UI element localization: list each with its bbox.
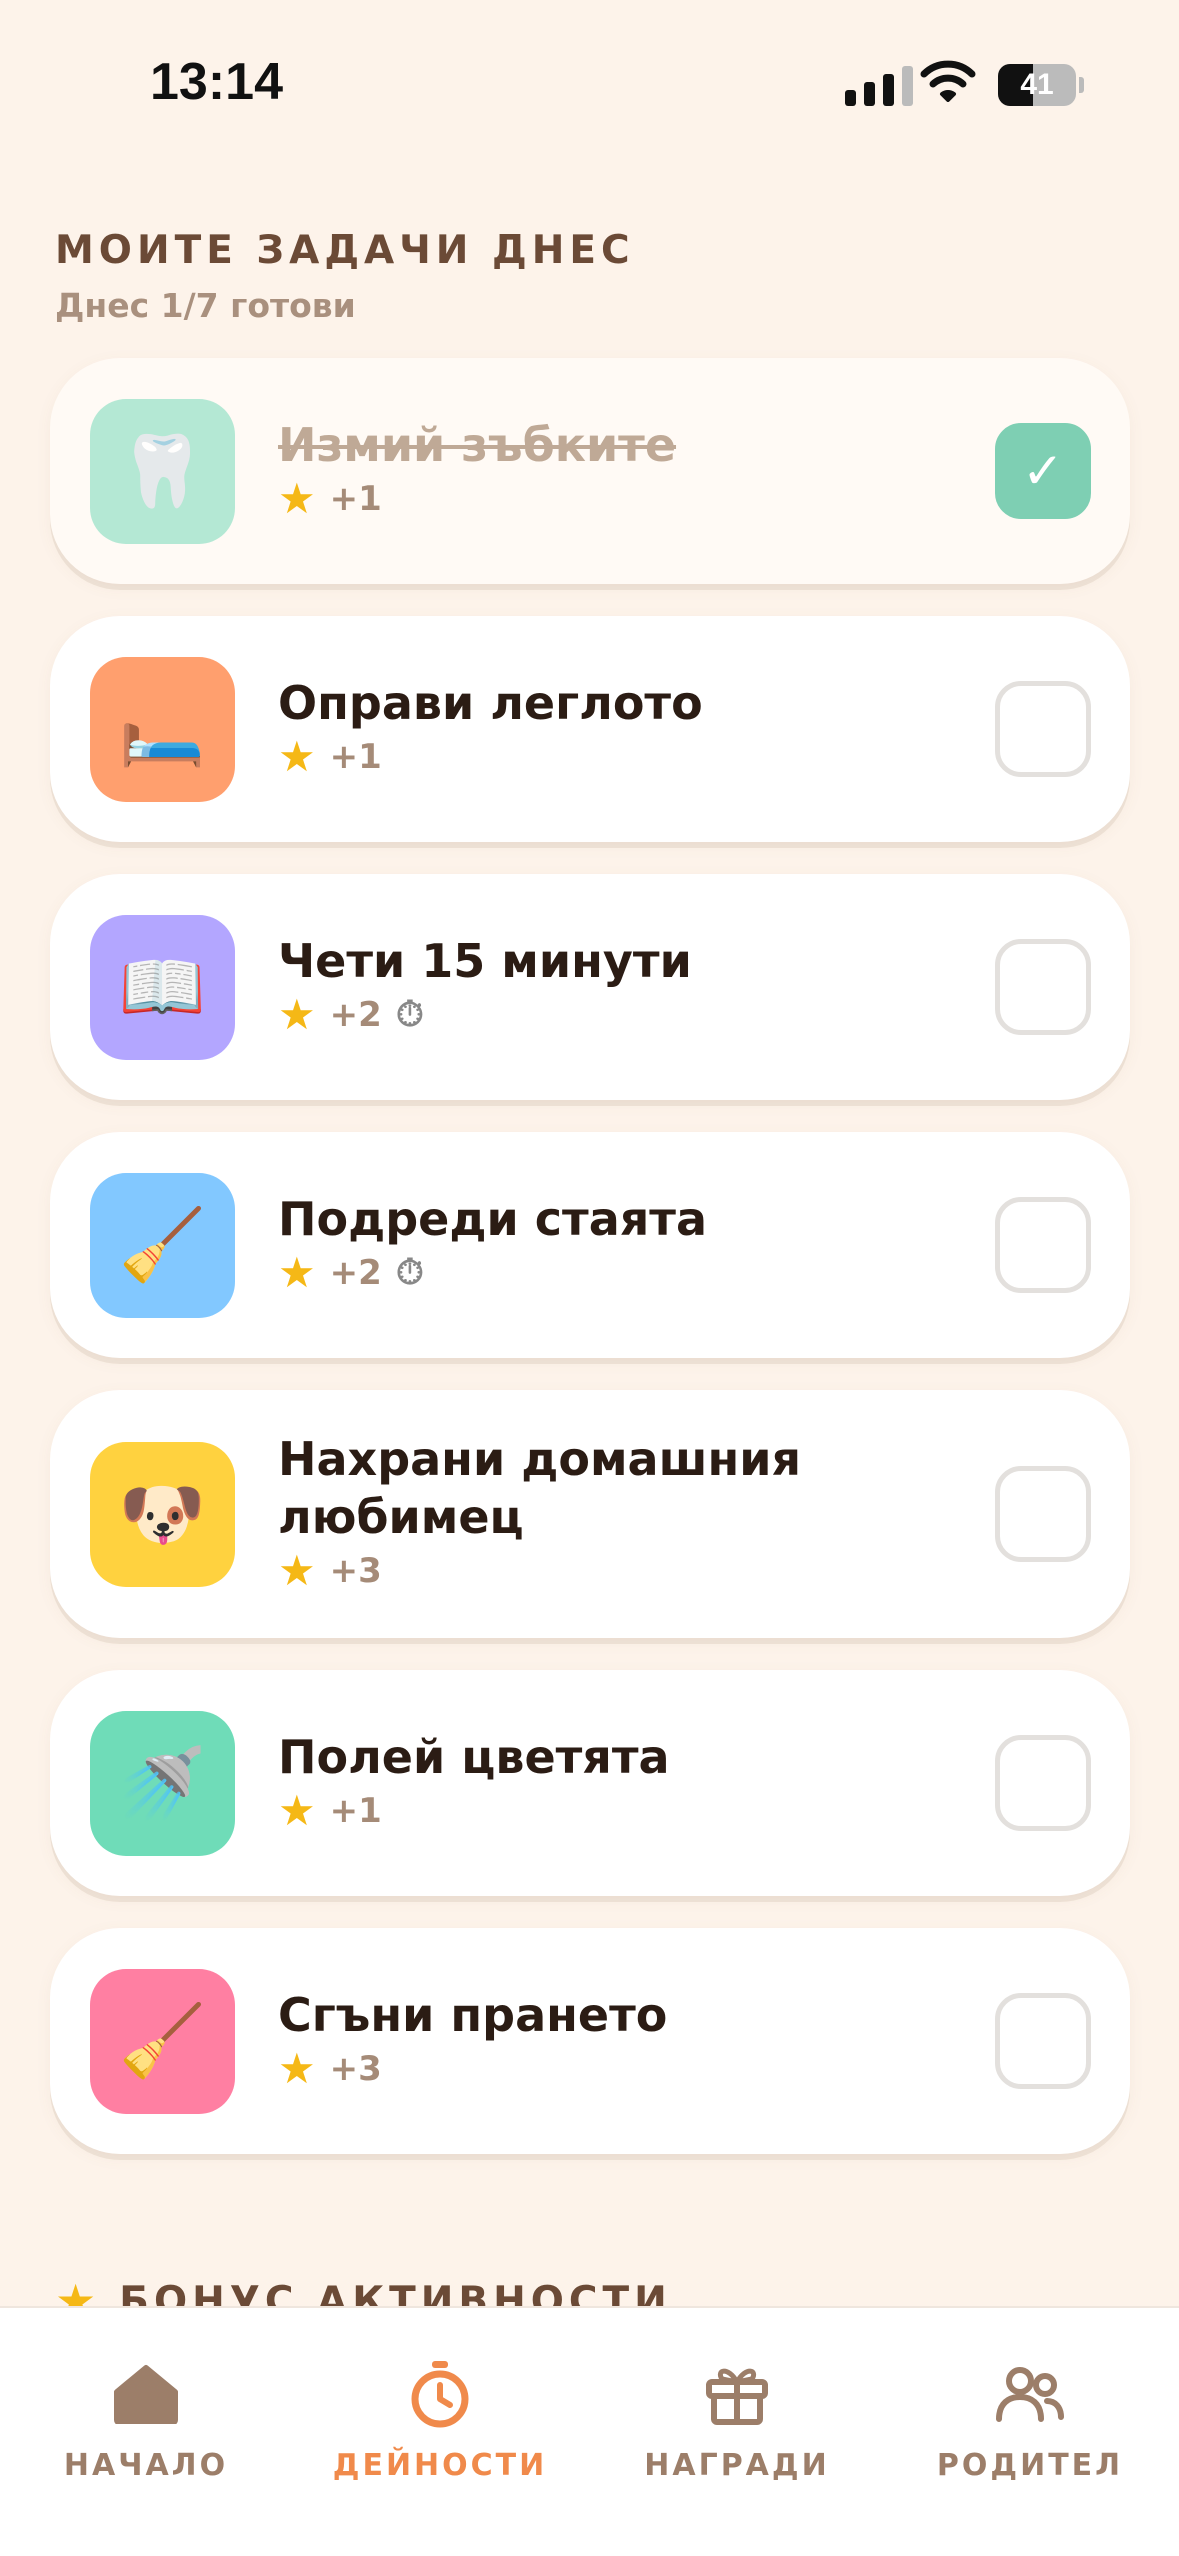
parents-icon [995,2358,1065,2430]
task-checkbox[interactable] [995,1197,1091,1293]
page-title: МОИТЕ ЗАДАЧИ ДНЕС [55,228,635,273]
battery-icon: 41 [998,64,1076,106]
star-icon: ★ [278,1786,316,1835]
task-card[interactable]: 🧹 Сгъни прането ★ +3 [50,1928,1130,2154]
task-title: Полей цветята [278,1730,670,1784]
star-icon: ★ [278,1248,316,1297]
task-reward: ★ +1 [278,478,838,520]
task-card[interactable]: 🛏️ Оправи леглото ★ +1 [50,616,1130,842]
task-checkbox[interactable] [995,1993,1091,2089]
tab-rewards[interactable]: НАГРАДИ [607,2358,867,2483]
status-bar: 13:14 41 [0,0,1179,160]
checkmark-icon: ✓ [1022,442,1064,500]
task-reward: ★ +1 [278,1790,838,1832]
task-checkbox[interactable]: ✓ [995,423,1091,519]
task-card[interactable]: 🧹 Подреди стаята ★ +2 ⏱ [50,1132,1130,1358]
dog-icon: 🐶 [90,1441,235,1587]
task-text: Подреди стаята ★ +2 ⏱ [278,1190,838,1294]
broom-icon: 🧹 [90,1968,235,2114]
star-icon: ★ [278,2044,316,2093]
task-checkbox[interactable] [995,1735,1091,1831]
task-card[interactable]: 🐶 Нахрани домашния любимец ★ +3 [50,1390,1130,1638]
star-icon: ★ [278,1546,316,1595]
home-icon [113,2358,179,2430]
book-icon: 📖 [90,914,235,1060]
bed-icon: 🛏️ [90,656,235,802]
task-text: Чети 15 минути ★ +2 ⏱ [278,932,838,1036]
status-time: 13:14 [150,53,283,111]
tab-home[interactable]: НАЧАЛО [16,2358,276,2483]
stopwatch-icon: ⏱ [395,1252,424,1293]
battery-level: 41 [1020,68,1054,101]
timer-icon [408,2358,472,2430]
task-points: +3 [329,1551,382,1591]
task-points: +2 [329,1253,382,1293]
task-card[interactable]: 🚿 Полей цветята ★ +1 [50,1670,1130,1896]
task-checkbox[interactable] [995,939,1091,1035]
task-reward: ★ +2 ⏱ [278,994,838,1036]
tab-parent-label: РОДИТЕЛ [936,2448,1124,2483]
tab-home-label: НАЧАЛО [63,2448,229,2483]
task-title: Чети 15 минути [278,934,692,988]
star-icon: ★ [278,732,316,781]
task-card[interactable]: 📖 Чети 15 минути ★ +2 ⏱ [50,874,1130,1100]
tab-parent[interactable]: РОДИТЕЛ [900,2358,1160,2483]
shower-icon: 🚿 [90,1710,235,1856]
task-reward: ★ +2 ⏱ [278,1252,838,1294]
task-title: Оправи леглото [278,676,703,730]
task-reward: ★ +3 [278,1550,838,1592]
task-title: Нахрани домашния любимец [278,1432,802,1544]
task-points: +1 [329,1791,382,1831]
tab-activities[interactable]: ДЕЙНОСТИ [310,2358,570,2483]
task-text: Оправи леглото ★ +1 [278,674,838,778]
task-title: Подреди стаята [278,1192,707,1246]
task-title: Сгъни прането [278,1988,668,2042]
tab-bar: НАЧАЛО ДЕЙНОСТИ НАГРАДИ РОДИТЕЛ [0,2306,1179,2556]
broom-icon: 🧹 [90,1172,235,1318]
task-text: Сгъни прането ★ +3 [278,1986,838,2090]
task-points: +3 [329,2049,382,2089]
stopwatch-icon: ⏱ [395,994,424,1035]
tab-rewards-label: НАГРАДИ [644,2448,830,2483]
task-points: +2 [329,995,382,1035]
task-text: Нахрани домашния любимец ★ +3 [278,1430,838,1592]
task-checkbox[interactable] [995,1466,1091,1562]
gift-icon [704,2358,770,2430]
tooth-icon: 🦷 [90,398,235,544]
task-checkbox[interactable] [995,681,1091,777]
wifi-icon [920,60,976,106]
tab-activities-label: ДЕЙНОСТИ [332,2448,548,2483]
progress-subtitle: Днес 1/7 готови [55,286,356,325]
task-reward: ★ +1 [278,736,838,778]
task-reward: ★ +3 [278,2048,838,2090]
cellular-signal-icon [845,66,913,106]
task-text: Измий зъбките ★ +1 [278,416,838,520]
task-title: Измий зъбките [278,418,677,472]
task-card[interactable]: 🦷 Измий зъбките ★ +1 ✓ [50,358,1130,584]
task-points: +1 [329,737,382,777]
task-points: +1 [329,479,382,519]
star-icon: ★ [278,474,316,523]
star-icon: ★ [278,990,316,1039]
task-text: Полей цветята ★ +1 [278,1728,838,1832]
battery-cap [1079,77,1084,93]
